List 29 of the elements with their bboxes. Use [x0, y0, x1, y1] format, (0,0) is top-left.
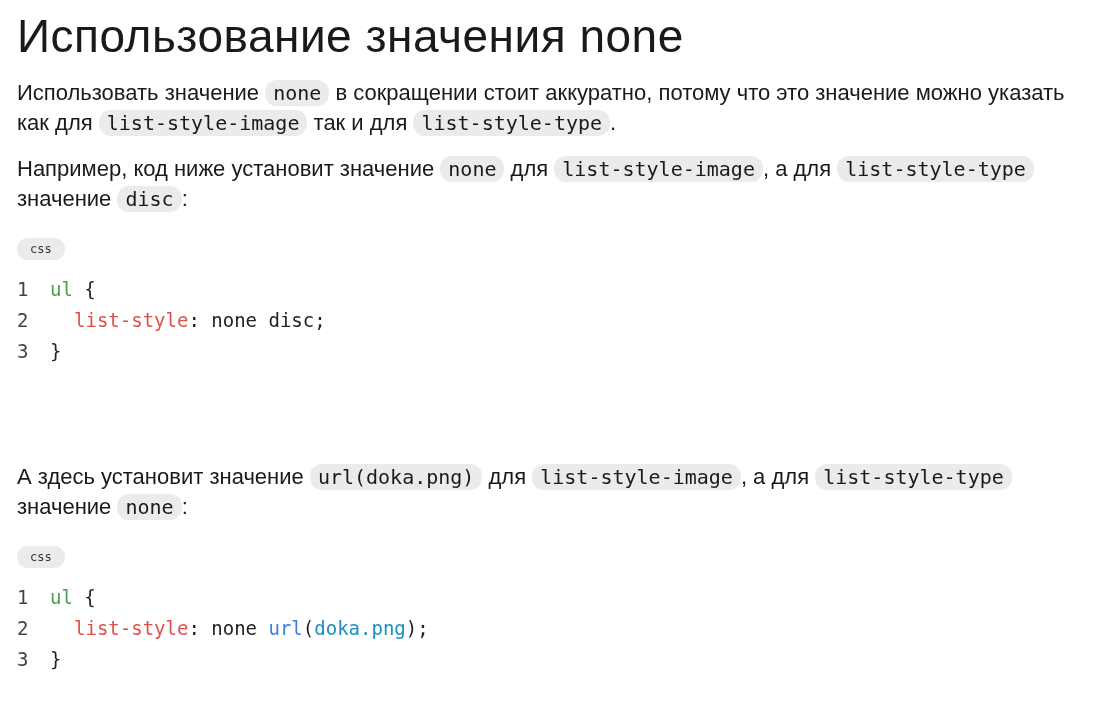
code-line: ul {	[50, 277, 96, 302]
paragraph: Использовать значение none в сокращении стоит аккуратно, потому что это значение можно указать как для list-style-image так и для list-style-type .	[17, 79, 1066, 138]
page-heading: Использование значения none	[17, 9, 685, 64]
line-number: 2	[17, 308, 30, 333]
code-line: list-style: none url(doka.png);	[73, 616, 429, 641]
inline-code: url(doka.png)	[309, 464, 483, 490]
code-line: ul {	[50, 585, 96, 610]
inline-code: list-style-type	[837, 156, 1034, 182]
inline-code: list-style-image	[554, 156, 763, 182]
code-line: }	[50, 339, 62, 364]
paragraph: А здесь установит значение url(doka.png) для list-style-image , а для list-style-type значение none :	[17, 462, 1075, 522]
language-tag: css	[17, 238, 65, 260]
line-number: 1	[17, 585, 30, 610]
inline-code: list-style-type	[815, 464, 1012, 490]
inline-code: none	[265, 80, 330, 106]
line-number: 1	[17, 277, 30, 302]
line-number: 3	[17, 339, 30, 364]
paragraph: Например, код ниже установит значение none для list-style-image , а для list-style-type значение disc :	[17, 154, 1075, 214]
code-line: list-style: none disc;	[73, 308, 326, 333]
inline-code: disc	[117, 186, 182, 212]
inline-code: list-style-image	[98, 110, 308, 136]
line-number: 2	[17, 616, 30, 641]
code-line: }	[50, 647, 62, 672]
language-tag: css	[17, 546, 65, 568]
line-number: 3	[17, 647, 30, 672]
inline-code: none	[117, 494, 182, 520]
inline-code: none	[440, 156, 505, 182]
inline-code: list-style-type	[413, 110, 611, 136]
inline-code: list-style-image	[532, 464, 741, 490]
